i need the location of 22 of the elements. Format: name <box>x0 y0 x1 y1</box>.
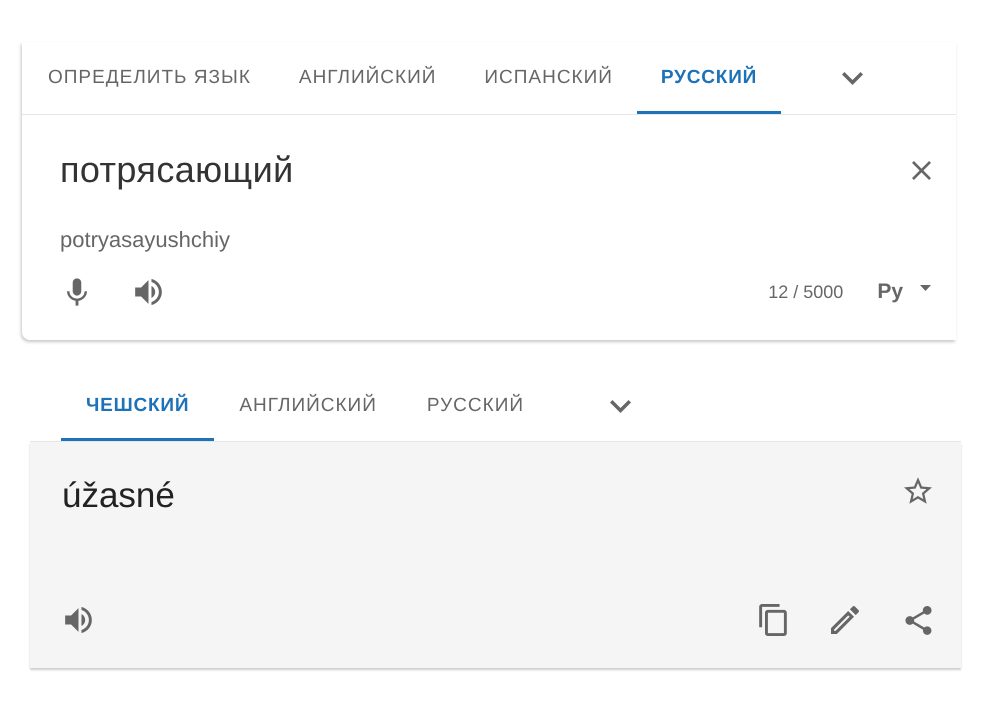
language-tab[interactable]: ИСПАНСКИЙ <box>460 42 637 114</box>
character-count: 12 / 5000 <box>768 282 844 302</box>
chevron-down-icon[interactable] <box>842 72 864 84</box>
star-icon[interactable] <box>904 477 932 504</box>
source-text-field[interactable]: потрясающий <box>60 150 912 190</box>
speaker-icon[interactable] <box>65 607 92 633</box>
pencil-icon[interactable] <box>831 606 859 634</box>
speaker-icon[interactable] <box>135 279 162 305</box>
language-tab[interactable]: АНГЛИЙСКИЙ <box>274 42 460 114</box>
language-tab[interactable]: ОПРЕДЕЛИТЬ ЯЗЫК <box>24 42 275 114</box>
transliteration-text: potryasayushchiy <box>60 228 231 252</box>
copy-icon[interactable] <box>759 604 787 636</box>
language-tab[interactable]: АНГЛИЙСКИЙ <box>214 371 402 441</box>
translation-text: úžasné <box>62 476 176 516</box>
input-tool-button[interactable]: Ру <box>877 280 931 304</box>
share-icon[interactable] <box>905 606 932 634</box>
caret-down-icon <box>920 285 931 291</box>
microphone-icon[interactable] <box>67 278 87 306</box>
chevron-down-icon[interactable] <box>610 400 632 412</box>
close-icon[interactable] <box>912 160 931 180</box>
language-tab[interactable]: РУССКИЙ <box>402 371 550 441</box>
language-tab[interactable]: РУССКИЙ <box>636 42 782 114</box>
